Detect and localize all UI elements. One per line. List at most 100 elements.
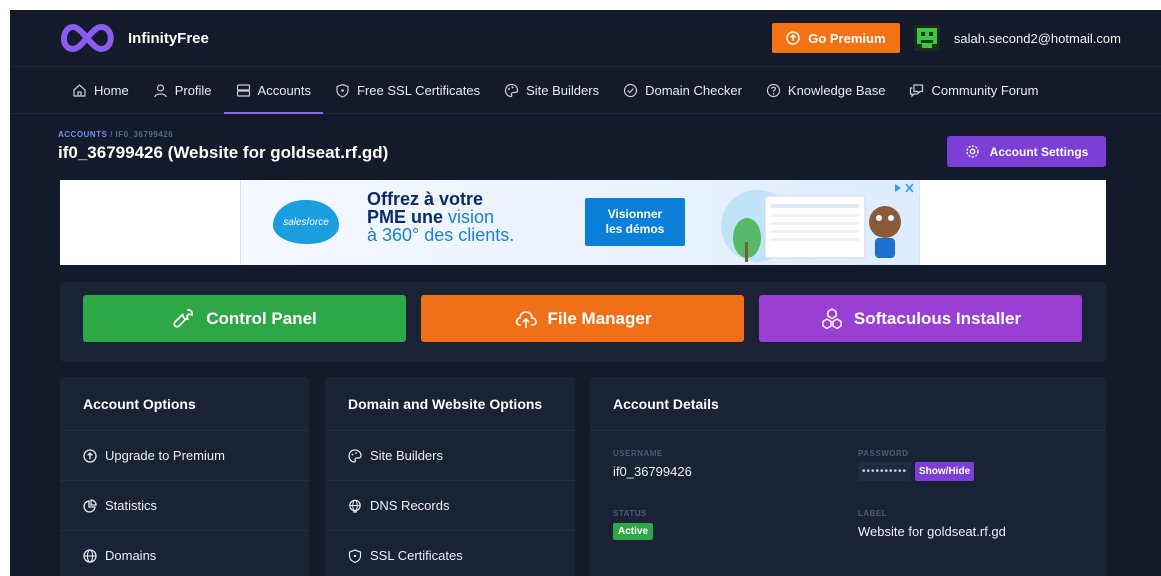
nav-item-site-builders[interactable]: Site Builders bbox=[492, 67, 611, 113]
brand[interactable]: InfinityFree bbox=[58, 23, 209, 53]
nav-item-label: Domain Checker bbox=[645, 82, 742, 98]
option-label: Domains bbox=[105, 548, 157, 563]
palette-icon bbox=[348, 448, 362, 463]
go-premium-button[interactable]: Go Premium bbox=[771, 23, 900, 53]
nav-item-profile[interactable]: Profile bbox=[141, 67, 224, 113]
option-label: Site Builders bbox=[370, 448, 443, 463]
control-panel-label: Control Panel bbox=[206, 308, 317, 328]
avatar[interactable] bbox=[913, 25, 940, 51]
statistics-link[interactable]: Statistics bbox=[60, 481, 309, 531]
ad-line-2-text: PME une bbox=[367, 207, 449, 227]
ad-line-3: à 360° des clients. bbox=[367, 225, 515, 245]
label-label: LABEL bbox=[858, 509, 888, 518]
top-right: Go Premium salah.second2@hotmail.com bbox=[771, 23, 1121, 53]
site-builders-link[interactable]: Site Builders bbox=[325, 431, 575, 481]
file-manager-label: File Manager bbox=[547, 308, 652, 328]
gear-icon bbox=[966, 145, 979, 158]
upgrade-to-premium-link[interactable]: Upgrade to Premium bbox=[60, 431, 309, 481]
account-settings-label: Account Settings bbox=[989, 144, 1089, 159]
user-icon bbox=[154, 83, 167, 97]
breadcrumb-current: IF0_36799426 bbox=[115, 130, 174, 139]
ad-line-2: PME une vision bbox=[367, 208, 514, 226]
dns-records-link[interactable]: DNS Records bbox=[325, 481, 575, 531]
account-options-title: Account Options bbox=[60, 377, 309, 431]
network-globe-icon bbox=[349, 499, 361, 513]
pie-chart-icon bbox=[83, 498, 97, 513]
nav-item-accounts[interactable]: Accounts bbox=[223, 67, 324, 114]
wrench-icon bbox=[173, 308, 194, 328]
ad-cta-button[interactable]: Visionner les démos bbox=[585, 198, 685, 246]
account-details-grid: USERNAME if0_36799426 PASSWORD •••••••••… bbox=[590, 431, 1106, 576]
account-settings-button[interactable]: Account Settings bbox=[947, 136, 1106, 167]
nav-item-label: Profile bbox=[174, 82, 212, 98]
ad-cta-line-1: Visionner bbox=[607, 207, 663, 221]
ssl-certificates-link[interactable]: SSL Certificates bbox=[325, 531, 575, 576]
salesforce-logo: salesforce bbox=[273, 200, 339, 244]
control-panel-button[interactable]: Control Panel bbox=[83, 295, 406, 342]
softaculous-installer-button[interactable]: Softaculous Installer bbox=[759, 295, 1082, 342]
arrow-up-circle-icon bbox=[786, 31, 800, 45]
account-details-card: Account Details USERNAME if0_36799426 PA… bbox=[590, 377, 1106, 576]
brand-name: InfinityFree bbox=[128, 29, 209, 47]
password-value: •••••••••• bbox=[858, 462, 912, 481]
status-field: STATUS Active bbox=[613, 509, 654, 540]
status-badge: Active bbox=[613, 523, 654, 540]
domain-options-list: Site Builders DNS Records SSL Certificat… bbox=[325, 431, 575, 576]
server-icon bbox=[236, 83, 250, 97]
quick-actions-panel: Control Panel File Manager Softaculous I… bbox=[60, 282, 1106, 362]
check-circle-icon bbox=[623, 83, 638, 97]
shield-icon bbox=[348, 548, 362, 563]
username-label: USERNAME bbox=[613, 449, 663, 458]
cubes-icon bbox=[822, 307, 842, 329]
domain-options-card: Domain and Website Options Site Builders… bbox=[325, 377, 575, 576]
domain-options-title: Domain and Website Options bbox=[325, 377, 575, 431]
ad-banner[interactable]: salesforce Offrez à votre PME une vision… bbox=[60, 180, 1106, 265]
username-value: if0_36799426 bbox=[613, 464, 692, 479]
show-hide-password-button[interactable]: Show/Hide bbox=[915, 462, 975, 481]
ad-close-icon[interactable] bbox=[893, 182, 915, 194]
arrow-up-circle-icon bbox=[83, 448, 97, 463]
option-label: Statistics bbox=[105, 498, 158, 513]
nav-item-ssl[interactable]: Free SSL Certificates bbox=[323, 67, 492, 113]
label-field: LABEL Website for goldseat.rf.gd bbox=[858, 509, 1006, 539]
shield-icon bbox=[336, 83, 349, 98]
nav-item-label: Home bbox=[94, 82, 129, 98]
nav-item-home[interactable]: Home bbox=[60, 67, 141, 113]
nav-item-label: Accounts bbox=[257, 82, 312, 98]
palette-icon bbox=[504, 83, 519, 97]
option-label: DNS Records bbox=[370, 498, 450, 513]
app-window: InfinityFree Go Premium salah.second2@ho… bbox=[10, 10, 1161, 576]
page-header: ACCOUNTS / IF0_36799426 if0_36799426 (We… bbox=[10, 114, 1161, 176]
account-options-list: Upgrade to Premium Statistics Domains bbox=[60, 431, 309, 576]
ad-creative[interactable]: salesforce Offrez à votre PME une vision… bbox=[240, 180, 920, 265]
password-field: PASSWORD •••••••••• Show/Hide bbox=[858, 449, 975, 481]
ad-headline: Offrez à votre PME une vision à 360° des… bbox=[367, 190, 514, 244]
username-field: USERNAME if0_36799426 bbox=[613, 449, 692, 479]
nav-item-domain-checker[interactable]: Domain Checker bbox=[611, 67, 754, 113]
nav-item-knowledge-base[interactable]: Knowledge Base bbox=[754, 67, 898, 113]
ad-line-2-highlight: vision bbox=[448, 207, 495, 227]
globe-icon bbox=[83, 548, 97, 563]
ad-cta-line-2: les démos bbox=[605, 222, 665, 236]
account-options-card: Account Options Upgrade to Premium Stati… bbox=[60, 377, 309, 576]
account-details-title: Account Details bbox=[590, 377, 1106, 431]
go-premium-label: Go Premium bbox=[808, 30, 886, 46]
breadcrumb-accounts-link[interactable]: ACCOUNTS bbox=[58, 130, 107, 139]
cloud-upload-icon bbox=[515, 310, 537, 328]
top-bar: InfinityFree Go Premium salah.second2@ho… bbox=[10, 10, 1161, 66]
softaculous-label: Softaculous Installer bbox=[853, 308, 1022, 328]
label-value: Website for goldseat.rf.gd bbox=[858, 524, 1006, 539]
nav-item-community-forum[interactable]: Community Forum bbox=[897, 67, 1050, 113]
main-nav: Home Profile Accounts Free SSL Certifica… bbox=[10, 66, 1161, 114]
breadcrumb-separator: / bbox=[110, 130, 113, 139]
file-manager-button[interactable]: File Manager bbox=[421, 295, 744, 342]
user-email[interactable]: salah.second2@hotmail.com bbox=[954, 31, 1121, 46]
nav-item-label: Free SSL Certificates bbox=[357, 82, 481, 98]
option-label: Upgrade to Premium bbox=[105, 448, 225, 463]
ad-line-1: Offrez à votre bbox=[367, 189, 484, 209]
help-circle-icon bbox=[766, 83, 781, 97]
nav-item-label: Knowledge Base bbox=[787, 82, 886, 98]
nav-item-label: Site Builders bbox=[526, 82, 600, 98]
chat-icon bbox=[910, 83, 924, 97]
domains-link[interactable]: Domains bbox=[60, 531, 309, 576]
